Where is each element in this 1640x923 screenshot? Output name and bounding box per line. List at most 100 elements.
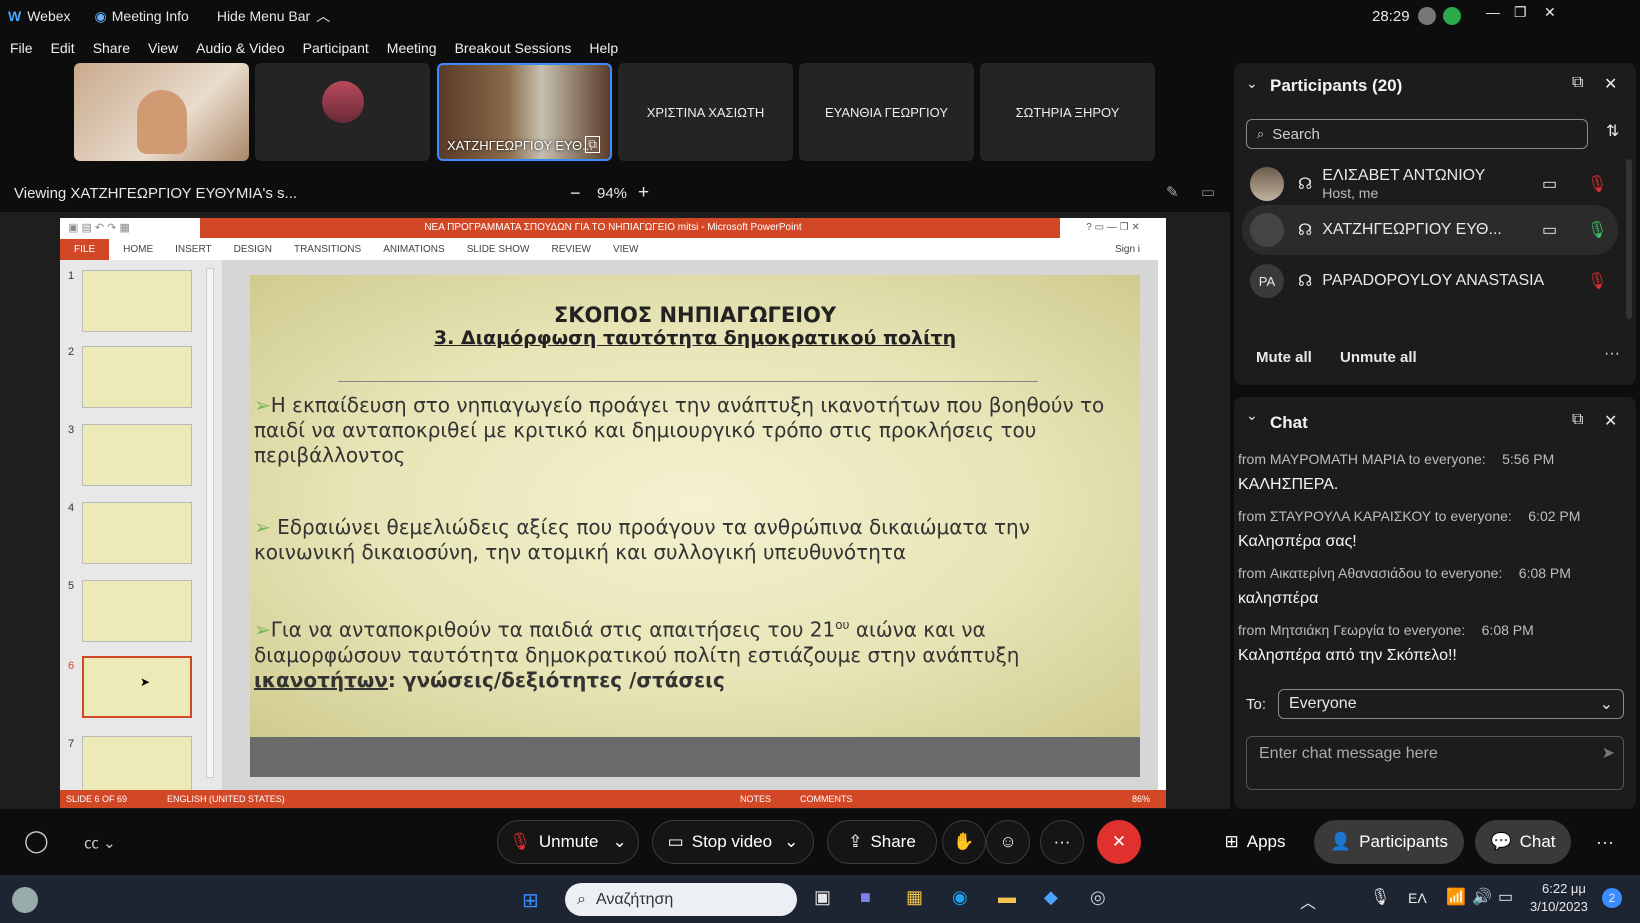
participant-row-selected[interactable]: ☊ ΧΑΤΖΗΓΕΩΡΓΙΟΥ ΕΥΘ... ▭ 🎙 [1242,205,1618,255]
slide-thumbnail[interactable] [82,270,192,332]
menu-share[interactable]: Share [93,40,130,56]
store-icon[interactable]: ▦ [906,887,923,908]
slide-thumbnail[interactable] [82,736,192,798]
zoom-in-icon[interactable]: + [638,182,649,204]
video-thumbnail[interactable] [255,63,430,161]
meeting-info-icon[interactable]: ◉ [95,8,107,25]
battery-icon[interactable]: ▭ [1498,887,1513,907]
remote-control-icon[interactable]: ▭ [1201,183,1215,201]
video-thumbnail[interactable]: ΕΥΑΝΘΙΑ ΓΕΩΡΓΙΟΥ [799,63,974,161]
slide-thumbnail[interactable] [82,580,192,642]
slide-thumbnail[interactable] [82,502,192,564]
teams-icon[interactable]: ■ [860,887,871,908]
restore-window-icon[interactable]: ❐ [1514,4,1527,21]
start-icon[interactable]: ⊞ [522,888,539,913]
thumbnail-scrollbar[interactable] [206,268,214,778]
chrome-icon[interactable]: ◎ [1090,887,1106,908]
close-icon[interactable]: ✕ [1604,74,1617,94]
unmuted-mic-icon[interactable]: 🎙 [1587,220,1607,240]
chat-button[interactable]: 💬 Chat [1475,820,1571,864]
video-icon[interactable]: ▭ [1542,174,1557,194]
popout-icon[interactable]: ⧉ [1572,411,1583,429]
input-language[interactable]: ΕΛ [1408,890,1427,906]
menu-view[interactable]: View [148,40,178,56]
notes-button[interactable]: NOTES [740,794,771,804]
recording-icon[interactable] [1418,7,1436,25]
send-icon[interactable]: ➤ [1602,743,1615,763]
video-icon[interactable]: ▭ [1542,220,1557,240]
leave-meeting-button[interactable]: ✕ [1097,820,1141,864]
apps-button[interactable]: ⊞ Apps [1210,820,1300,864]
raise-hand-button[interactable]: ✋ [942,820,986,864]
muted-mic-icon[interactable]: 🎙 [1587,174,1607,194]
minimize-window-icon[interactable]: — [1486,4,1500,20]
stats-icon[interactable] [1443,7,1461,25]
webex-taskbar-icon[interactable]: ◆ [1044,887,1058,908]
popout-icon[interactable]: ⧉ [1572,74,1583,92]
video-thumbnail[interactable]: ΣΩΤΗΡΙΑ ΞΗΡΟΥ [980,63,1155,161]
close-icon[interactable]: ✕ [1604,411,1617,431]
muted-mic-icon[interactable]: 🎙 [1587,271,1607,291]
search-input[interactable]: ⌕ Search [1246,119,1588,149]
menu-meeting[interactable]: Meeting [387,40,437,56]
chevron-down-icon[interactable]: ⌄ [1246,407,1258,424]
chevron-down-icon[interactable]: ⌄ [612,832,626,852]
zoom-out-icon[interactable]: − [570,183,581,204]
menu-help[interactable]: Help [589,40,618,56]
ppt-tab-file[interactable]: FILE [60,238,110,260]
slide-thumbnail-selected[interactable] [82,656,192,718]
stop-video-button[interactable]: ▭ Stop video ⌄ [652,820,814,864]
close-window-icon[interactable]: ✕ [1544,4,1556,21]
file-explorer-icon[interactable]: ▬ [998,887,1016,908]
ppt-tab-design[interactable]: DESIGN [234,244,272,255]
video-thumbnail[interactable]: ΧΡΙΣΤΙΝΑ ΧΑΣΙΩΤΗ [618,63,793,161]
edge-icon[interactable]: ◉ [952,887,968,908]
unmute-button[interactable]: 🎙 Unmute ⌄ [497,820,639,864]
chevron-down-icon[interactable]: ⌄ [1246,75,1258,92]
reactions-button[interactable]: ☺ [986,820,1030,864]
participant-row[interactable]: PA ☊ PAPADOPOYLOY ANASTASIA 🎙 [1242,256,1618,306]
more-icon[interactable]: ··· [1604,345,1620,363]
layout-icon[interactable]: ◯ [24,828,49,854]
ppt-tab-view[interactable]: VIEW [613,244,639,255]
muted-mic-icon[interactable]: 🎙 [1370,887,1390,907]
sort-icon[interactable]: ⇅ [1606,121,1619,141]
participants-button[interactable]: 👤 Participants [1314,820,1464,864]
unmute-all-button[interactable]: Unmute all [1340,349,1417,366]
menu-edit[interactable]: Edit [51,40,75,56]
taskbar-date[interactable]: 3/10/2023 [1530,899,1588,914]
notification-badge[interactable]: 2 [1602,888,1622,908]
task-view-icon[interactable]: ▣ [814,887,831,908]
slide-thumbnail[interactable] [82,424,192,486]
mute-all-button[interactable]: Mute all [1256,349,1312,366]
menu-participant[interactable]: Participant [303,40,369,56]
taskbar-search-input[interactable]: ⌕ Αναζήτηση [565,883,797,916]
wifi-icon[interactable]: 📶 [1446,887,1466,907]
menu-file[interactable]: File [10,40,33,56]
menu-audio-video[interactable]: Audio & Video [196,40,284,56]
chevron-up-icon[interactable]: ︿ [316,6,330,26]
ppt-tab-slideshow[interactable]: SLIDE SHOW [467,244,530,255]
taskbar-time[interactable]: 6:22 μμ [1542,881,1586,896]
comments-button[interactable]: COMMENTS [800,794,853,804]
video-thumbnail[interactable] [74,63,249,161]
ppt-sign-in[interactable]: Sign i [1115,244,1140,255]
ppt-tab-insert[interactable]: INSERT [175,244,212,255]
chevron-down-icon[interactable]: ⌄ [784,832,798,852]
volume-icon[interactable]: 🔊 [1472,887,1492,907]
more-icon[interactable]: ··· [1596,832,1614,853]
menu-breakout-sessions[interactable]: Breakout Sessions [455,40,572,56]
more-options-button[interactable]: ··· [1040,820,1084,864]
hide-menu-bar-button[interactable]: Hide Menu Bar [217,8,310,24]
share-button[interactable]: ⇪ Share [827,820,937,864]
ppt-tab-home[interactable]: HOME [123,244,153,255]
video-thumbnail-active-speaker[interactable]: ΧΑΤΖΗΓΕΩΡΓΙΟΥ ΕΥΘ... ⧉ [437,63,612,161]
captions-icon[interactable]: ㏄ ⌄ [84,832,116,853]
meeting-info-button[interactable]: Meeting Info [112,8,189,24]
weather-icon[interactable] [12,887,38,913]
annotate-icon[interactable]: ✎ [1166,183,1179,201]
participant-row[interactable]: ☊ ΕΛΙΣΑΒΕΤ ΑΝΤΩΝΙΟΥ Host, me ▭ 🎙 [1242,159,1618,209]
ppt-tab-animations[interactable]: ANIMATIONS [383,244,444,255]
ppt-tab-transitions[interactable]: TRANSITIONS [294,244,361,255]
slide-thumbnail[interactable] [82,346,192,408]
